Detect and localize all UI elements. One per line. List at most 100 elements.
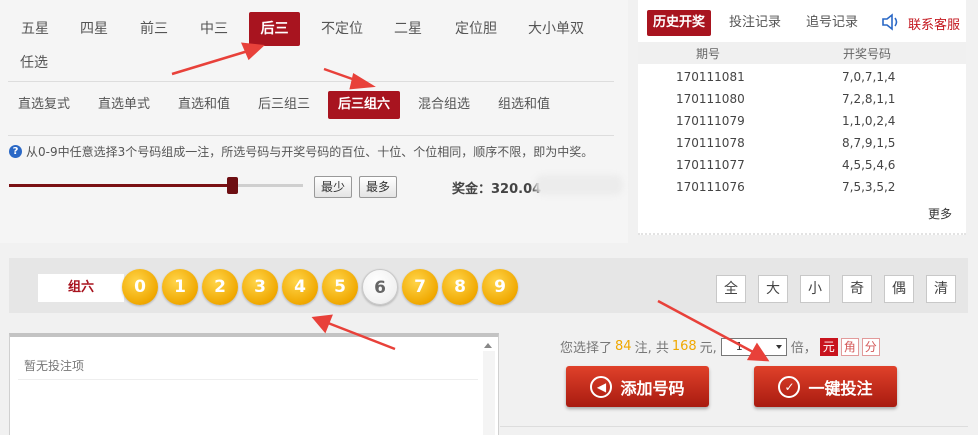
tab-bet-records[interactable]: 投注记录	[723, 10, 787, 36]
number-selector: 组六 0 1 2 3 4 5 6 7 8 9 全 大 小 奇 偶 清	[9, 258, 968, 313]
prize-amount: 奖金：320.04	[452, 182, 542, 197]
ball-7[interactable]: 7	[402, 269, 438, 305]
tab-history-draws[interactable]: 历史开奖	[647, 10, 711, 36]
ball-0[interactable]: 0	[122, 269, 158, 305]
issue-cell: 170111076	[676, 180, 745, 194]
filter-all-button[interactable]: 全	[716, 275, 746, 303]
table-row: 170111080 7,2,8,1,1	[638, 88, 966, 110]
tab-budingwei[interactable]: 不定位	[313, 12, 371, 46]
filter-big-button[interactable]: 大	[758, 275, 788, 303]
subtab-zuxuan-hezhi[interactable]: 组选和值	[489, 91, 559, 119]
tab-sixing[interactable]: 四星	[68, 12, 120, 46]
ball-9[interactable]: 9	[482, 269, 518, 305]
ball-2[interactable]: 2	[202, 269, 238, 305]
numbers-cell: 7,5,3,5,2	[842, 180, 896, 194]
rule-description: ? 从0-9中任意选择3个号码组成一注，所选号码与开奖号码的百位、十位、个位相同…	[9, 143, 593, 160]
tab-dingweidan[interactable]: 定位胆	[446, 12, 506, 46]
tab-housan[interactable]: 后三	[249, 12, 300, 46]
numbers-cell: 7,2,8,1,1	[842, 92, 896, 106]
tab-erxing[interactable]: 二星	[384, 12, 432, 46]
history-table-header: 期号 开奖号码	[638, 42, 966, 64]
issue-cell: 170111077	[676, 158, 745, 172]
numbers-cell: 8,7,9,1,5	[842, 136, 896, 150]
ball-4[interactable]: 4	[282, 269, 318, 305]
divider	[8, 81, 614, 82]
col-numbers: 开奖号码	[843, 47, 892, 61]
arrow-left-icon: ◀	[590, 375, 613, 398]
help-icon[interactable]: ?	[9, 145, 22, 158]
blurred-area	[535, 175, 623, 195]
filter-small-button[interactable]: 小	[800, 275, 830, 303]
table-row: 170111079 1,1,0,2,4	[638, 110, 966, 132]
issue-cell: 170111079	[676, 114, 745, 128]
slider-handle[interactable]	[227, 177, 239, 194]
play-panel: 五星 四星 前三 中三 后三 不定位 二星 定位胆 大小单双 任选 直选复式 直…	[0, 0, 628, 243]
add-number-button[interactable]: ◀ 添加号码	[566, 366, 709, 407]
history-panel: 历史开奖 投注记录 追号记录 联系客服 期号 开奖号码 170111081 7,…	[638, 0, 966, 235]
bet-list: 暂无投注项	[9, 333, 499, 435]
numbers-cell: 7,0,7,1,4	[842, 70, 896, 84]
rebate-slider[interactable]	[9, 177, 303, 194]
max-button[interactable]: 最多	[359, 176, 398, 198]
more-link[interactable]: 更多	[928, 205, 952, 222]
divider	[8, 135, 614, 136]
divider	[18, 379, 478, 380]
ball-1[interactable]: 1	[162, 269, 198, 305]
min-button[interactable]: 最少	[314, 176, 353, 198]
add-number-label: 添加号码	[620, 378, 685, 398]
tab-qiansan[interactable]: 前三	[128, 12, 180, 46]
scroll-up-icon[interactable]	[484, 343, 492, 348]
table-row: 170111076 7,5,3,5,2	[638, 176, 966, 198]
speaker-icon	[882, 13, 898, 31]
subtab-zhixuan-hezhi[interactable]: 直选和值	[169, 91, 239, 119]
empty-bet-text: 暂无投注项	[24, 359, 85, 373]
bet-count: 84	[615, 339, 632, 354]
slider-fill	[9, 184, 233, 187]
summary-prefix: 您选择了	[560, 341, 613, 356]
subtab-zhixuan-fushi[interactable]: 直选复式	[9, 91, 79, 119]
subtab-housan-zuliu[interactable]: 后三组六	[328, 91, 400, 119]
summary-suffix: 倍，	[790, 341, 817, 356]
tab-daxiaodanshuang[interactable]: 大小单双	[520, 12, 592, 46]
tab-chase-records[interactable]: 追号记录	[800, 10, 864, 36]
filter-even-button[interactable]: 偶	[884, 275, 914, 303]
unit-yuan-button[interactable]: 元	[819, 337, 838, 356]
multiplier-select[interactable]: 1	[720, 337, 787, 356]
ball-8[interactable]: 8	[442, 269, 478, 305]
unit-jiao-button[interactable]: 角	[840, 337, 859, 356]
issue-cell: 170111081	[676, 70, 745, 84]
table-row: 170111081 7,0,7,1,4	[638, 66, 966, 88]
quick-bet-label: 一键投注	[808, 378, 873, 398]
numbers-cell: 1,1,0,2,4	[842, 114, 896, 128]
tab-renxuan[interactable]: 任选	[9, 46, 59, 80]
filter-odd-button[interactable]: 奇	[842, 275, 872, 303]
subtab-housan-zusan[interactable]: 后三组三	[249, 91, 319, 119]
issue-cell: 170111078	[676, 136, 745, 150]
scrollbar[interactable]	[483, 351, 495, 435]
bet-amount: 168	[671, 339, 697, 354]
tab-zhongsan[interactable]: 中三	[188, 12, 240, 46]
rule-text: 从0-9中任意选择3个号码组成一注，所选号码与开奖号码的百位、十位、个位相同，顺…	[26, 145, 594, 159]
tab-wuxing[interactable]: 五星	[9, 12, 61, 46]
table-row: 170111078 8,7,9,1,5	[638, 132, 966, 154]
filter-clear-button[interactable]: 清	[926, 275, 956, 303]
check-icon: ✓	[778, 375, 801, 398]
ball-6[interactable]: 6	[362, 269, 398, 305]
ball-5[interactable]: 5	[322, 269, 358, 305]
subtab-hunhe-zuxuan[interactable]: 混合组选	[409, 91, 479, 119]
unit-fen-button[interactable]: 分	[861, 337, 880, 356]
summary-yuan: 元,	[699, 341, 717, 356]
col-issue: 期号	[696, 47, 721, 61]
group-label: 组六	[38, 274, 124, 302]
divider	[500, 426, 968, 427]
summary-mid: 注, 共	[634, 341, 669, 356]
chevron-down-icon	[775, 344, 782, 349]
table-row: 170111077 4,5,5,4,6	[638, 154, 966, 176]
subtab-zhixuan-danshi[interactable]: 直选单式	[89, 91, 159, 119]
multiplier-value: 1	[735, 339, 743, 353]
quick-bet-button[interactable]: ✓ 一键投注	[754, 366, 897, 407]
bet-summary: 您选择了 84 注, 共 168 元, 1 倍， 元 角 分	[560, 337, 880, 356]
contact-service-link[interactable]: 联系客服	[908, 14, 960, 33]
ball-3[interactable]: 3	[242, 269, 278, 305]
numbers-cell: 4,5,5,4,6	[842, 158, 896, 172]
